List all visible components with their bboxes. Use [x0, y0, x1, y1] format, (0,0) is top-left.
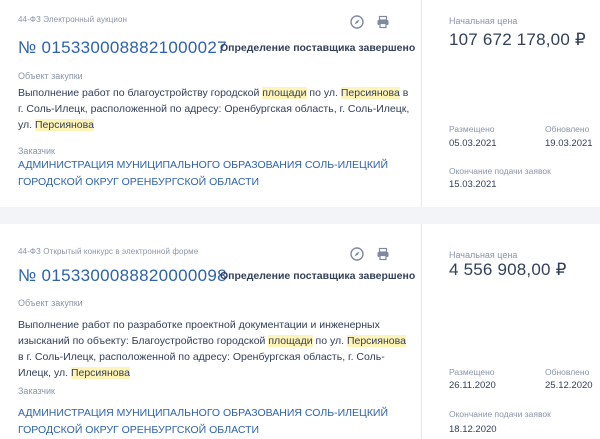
purchase-object-text: Выполнение работ по благоустройству горо…: [18, 85, 413, 133]
search-highlight: Персиянова: [340, 87, 400, 99]
search-highlight: площади: [268, 335, 313, 347]
stage-status: Определение поставщика завершено: [220, 270, 416, 282]
updated-label: Обновлено: [545, 124, 590, 134]
initial-price: 107 672 178,00 ₽: [449, 30, 586, 49]
object-label: Объект закупки: [18, 71, 83, 81]
posted-date: 26.11.2020: [449, 380, 496, 391]
law-type: 44-ФЗ Открытый конкурс в электронной фор…: [18, 247, 199, 256]
posted-label: Размещено: [449, 124, 495, 134]
customer-link[interactable]: АДМИНИСТРАЦИЯ МУНИЦИПАЛЬНОГО ОБРАЗОВАНИЯ…: [18, 405, 413, 439]
registry-number-link[interactable]: № 0153300088821000027: [18, 38, 227, 58]
updated-date: 25.12.2020: [545, 380, 593, 391]
search-highlight: Персиянова: [34, 119, 94, 131]
purchase-card-side: Начальная цена 107 672 178,00 ₽ Размещен…: [422, 0, 600, 207]
search-highlight: Персиянова: [70, 367, 130, 379]
purchase-card-main: 44-ФЗ Открытый конкурс в электронной фор…: [0, 224, 422, 439]
registry-number-link[interactable]: № 0153300088820000098: [18, 266, 227, 286]
compass-icon[interactable]: [350, 247, 364, 261]
initial-price: 4 556 908,00 ₽: [449, 260, 567, 279]
compass-icon[interactable]: [350, 15, 364, 29]
print-icon[interactable]: [376, 15, 390, 29]
stage-status: Определение поставщика завершено: [220, 42, 416, 54]
purchase-card: 44-ФЗ Открытый конкурс в электронной фор…: [0, 224, 600, 439]
object-text-part: по ул.: [312, 335, 347, 347]
search-highlight: площади: [262, 87, 307, 99]
deadline-label: Окончание подачи заявок: [449, 166, 551, 176]
price-label: Начальная цена: [449, 250, 518, 260]
search-highlight: Персиянова: [346, 335, 406, 347]
purchase-card: 44-ФЗ Электронный аукцион № 015330008882…: [0, 0, 600, 207]
deadline-date: 18.12.2020: [449, 424, 497, 435]
updated-date: 19.03.2021: [545, 138, 593, 149]
price-label: Начальная цена: [449, 16, 518, 26]
purchase-object-text: Выполнение работ по разработке проектной…: [18, 317, 413, 381]
print-icon[interactable]: [376, 247, 390, 261]
purchase-card-main: 44-ФЗ Электронный аукцион № 015330008882…: [0, 0, 422, 207]
customer-link[interactable]: АДМИНИСТРАЦИЯ МУНИЦИПАЛЬНОГО ОБРАЗОВАНИЯ…: [18, 157, 413, 191]
card-actions: [350, 247, 390, 261]
object-text-part: по ул.: [306, 87, 341, 99]
customer-label: Заказчик: [18, 146, 55, 156]
deadline-date: 15.03.2021: [449, 179, 497, 190]
deadline-label: Окончание подачи заявок: [449, 409, 551, 419]
customer-label: Заказчик: [18, 386, 55, 396]
law-type: 44-ФЗ Электронный аукцион: [18, 15, 128, 24]
card-actions: [350, 15, 390, 29]
posted-date: 05.03.2021: [449, 138, 497, 149]
object-text-part: Выполнение работ по благоустройству горо…: [18, 87, 263, 99]
purchase-card-side: Начальная цена 4 556 908,00 ₽ Размещено …: [422, 224, 600, 439]
posted-label: Размещено: [449, 367, 495, 377]
updated-label: Обновлено: [545, 367, 590, 377]
object-label: Объект закупки: [18, 298, 83, 308]
